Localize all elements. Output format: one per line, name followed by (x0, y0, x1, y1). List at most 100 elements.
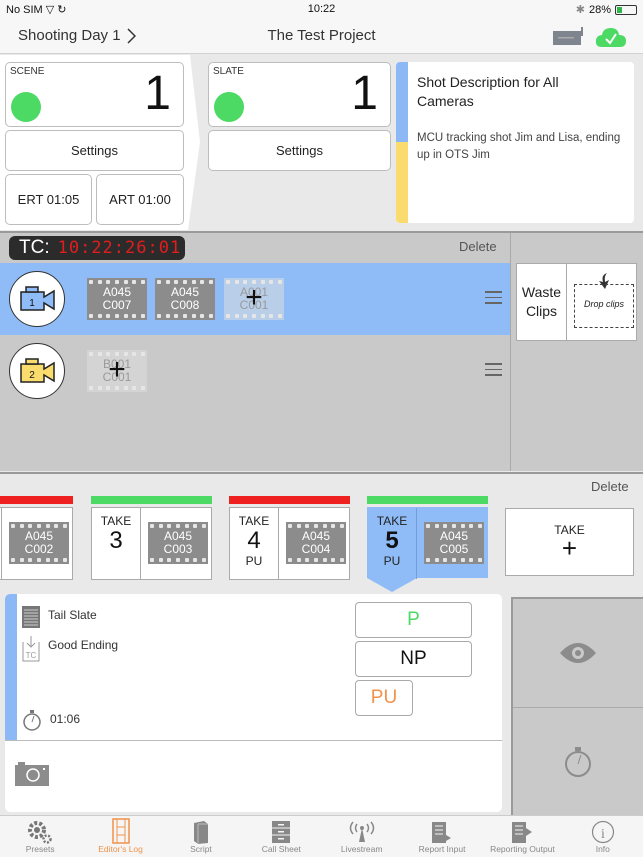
shot-description-title: Shot Description for All Cameras (417, 74, 559, 109)
take-status-bar (91, 496, 212, 504)
preview-button[interactable] (513, 599, 643, 707)
take-status-bar (0, 496, 73, 504)
battery-percent: 28% (588, 3, 611, 16)
drop-clips-zone[interactable]: Drop clips (574, 284, 634, 328)
navigation-bar: Shooting Day 1 The Test Project (0, 20, 643, 54)
slate-card[interactable]: SLATE 1 (208, 62, 391, 127)
clock: 10:22 (307, 3, 336, 15)
tab-reporting-output[interactable]: Reporting Output (482, 816, 562, 857)
svg-text:i: i (601, 827, 605, 842)
add-clip-button[interactable]: A001 C001 + (224, 278, 284, 320)
take-pu-label: PU (245, 554, 263, 568)
take-number: 4 (247, 527, 261, 554)
take-delete-button[interactable]: Delete (591, 479, 629, 494)
take-clip: A045 C004 (286, 522, 346, 564)
tab-label: Editor's Log (98, 844, 143, 854)
eye-icon (560, 643, 596, 663)
camera-1-badge[interactable]: 1 (9, 271, 65, 327)
tab-editors-log[interactable]: Editor's Log (80, 816, 160, 857)
camera-2-color-bar (396, 142, 408, 223)
project-title[interactable]: The Test Project (267, 27, 375, 44)
scene-settings-button[interactable]: Settings (5, 130, 184, 171)
art-button[interactable]: ART 01:00 (96, 174, 184, 225)
take-clip: A045 C002 (9, 522, 69, 564)
cabinet-icon (272, 821, 291, 843)
camera-row-2[interactable]: 2 B001 C001 + (0, 335, 510, 407)
rating-pu-button[interactable]: PU (355, 680, 413, 716)
take-card-selected[interactable]: TAKE 5 PU A045 C005 (367, 496, 488, 592)
tab-label: Script (190, 844, 212, 854)
tab-bar: Presets Editor's Log Script Call Sheet L… (0, 815, 643, 857)
rating-pu-label: PU (370, 687, 398, 708)
take-label: TAKE (238, 514, 270, 528)
slate-status-dot (214, 92, 244, 122)
good-ending-label: Good Ending (48, 638, 119, 652)
add-take-button[interactable]: TAKE + (505, 508, 634, 576)
tc-marker-icon: TC (22, 636, 40, 662)
clip-number: C004 (301, 542, 331, 556)
scene-status-dot (11, 92, 41, 122)
svg-text:TC: TC (26, 651, 37, 660)
gears-icon (28, 821, 52, 844)
add-clip-button[interactable]: B001 C001 + (87, 350, 147, 392)
rating-np-button[interactable]: NP (355, 641, 472, 677)
antenna-icon (349, 821, 374, 842)
svg-text:2: 2 (29, 370, 35, 381)
take-label: TAKE (100, 514, 132, 528)
report-input-icon (432, 822, 452, 843)
ert-button[interactable]: ERT 01:05 (5, 174, 92, 225)
tail-slate-row[interactable]: Tail Slate (22, 606, 97, 628)
takes-section: Delete TAKE 2 A045C002 TAKE 3 (0, 472, 643, 597)
camera-1-color-bar (396, 62, 408, 142)
slate-label: SLATE (213, 66, 244, 77)
clip-number: C007 (102, 298, 132, 312)
shooting-day-button[interactable]: Shooting Day 1 (18, 27, 136, 44)
shot-description-body: MCU tracking shot Jim and Lisa, ending u… (417, 132, 621, 161)
tab-presets[interactable]: Presets (0, 816, 80, 857)
reorder-handle-icon[interactable] (485, 363, 502, 377)
plus-icon: + (108, 353, 126, 386)
scene-card[interactable]: SCENE 1 (5, 62, 184, 127)
clip-chip[interactable]: A045 C007 (87, 278, 147, 320)
rating-np-label: NP (400, 648, 427, 669)
take-card[interactable]: TAKE 2 A045C002 (0, 496, 73, 580)
scene-label: SCENE (10, 66, 45, 77)
tab-info[interactable]: i Info (563, 816, 643, 857)
tail-slate-label: Tail Slate (48, 608, 97, 622)
clip-chip[interactable]: A045 C008 (155, 278, 215, 320)
take-card[interactable]: TAKE 4 PU A045 C004 (229, 496, 350, 580)
stopwatch-icon (23, 710, 41, 731)
camera-row-1[interactable]: 1 A045 C007 A045 C008 A001 C001 + (0, 263, 510, 335)
plus-icon: + (561, 533, 578, 563)
take-clip: A045 C003 (148, 522, 208, 564)
stopwatch-button[interactable] (513, 708, 643, 816)
slate-settings-button[interactable]: Settings (208, 130, 391, 171)
tab-call-sheet[interactable]: Call Sheet (241, 816, 321, 857)
take-label: TAKE (0, 514, 1, 528)
tab-label: Livestream (340, 844, 383, 854)
plus-icon: + (245, 281, 263, 314)
waste-clips-panel[interactable]: Waste Clips Drop clips (516, 263, 637, 341)
stopwatch-icon (565, 747, 591, 777)
tab-label: Info (595, 844, 610, 854)
take-card[interactable]: TAKE 3 A045 C003 (91, 496, 212, 580)
tab-label: Report Input (418, 844, 466, 854)
status-bar: No SIM ▽ ↻ 10:22 ✱ 28% (0, 0, 643, 20)
device-icon[interactable] (552, 26, 586, 46)
clip-number: C005 (439, 542, 469, 556)
chevron-right-icon (127, 27, 136, 44)
camera-color-bar (5, 594, 17, 740)
camera-delete-button[interactable]: Delete (459, 239, 497, 254)
tab-livestream[interactable]: Livestream (322, 816, 402, 857)
shot-description-card[interactable]: Shot Description for All Cameras MCU tra… (396, 62, 634, 223)
take-number: 3 (109, 527, 123, 554)
camera-2-badge[interactable]: 2 (9, 343, 65, 399)
side-actions-panel (511, 597, 643, 815)
camera-photo-icon[interactable] (15, 762, 49, 786)
tab-report-input[interactable]: Report Input (402, 816, 482, 857)
tab-script[interactable]: Script (161, 816, 241, 857)
reorder-handle-icon[interactable] (485, 291, 502, 305)
good-ending-row[interactable]: TC Good Ending (22, 636, 118, 662)
cloud-synced-icon[interactable] (594, 25, 628, 49)
rating-p-button[interactable]: P (355, 602, 472, 638)
